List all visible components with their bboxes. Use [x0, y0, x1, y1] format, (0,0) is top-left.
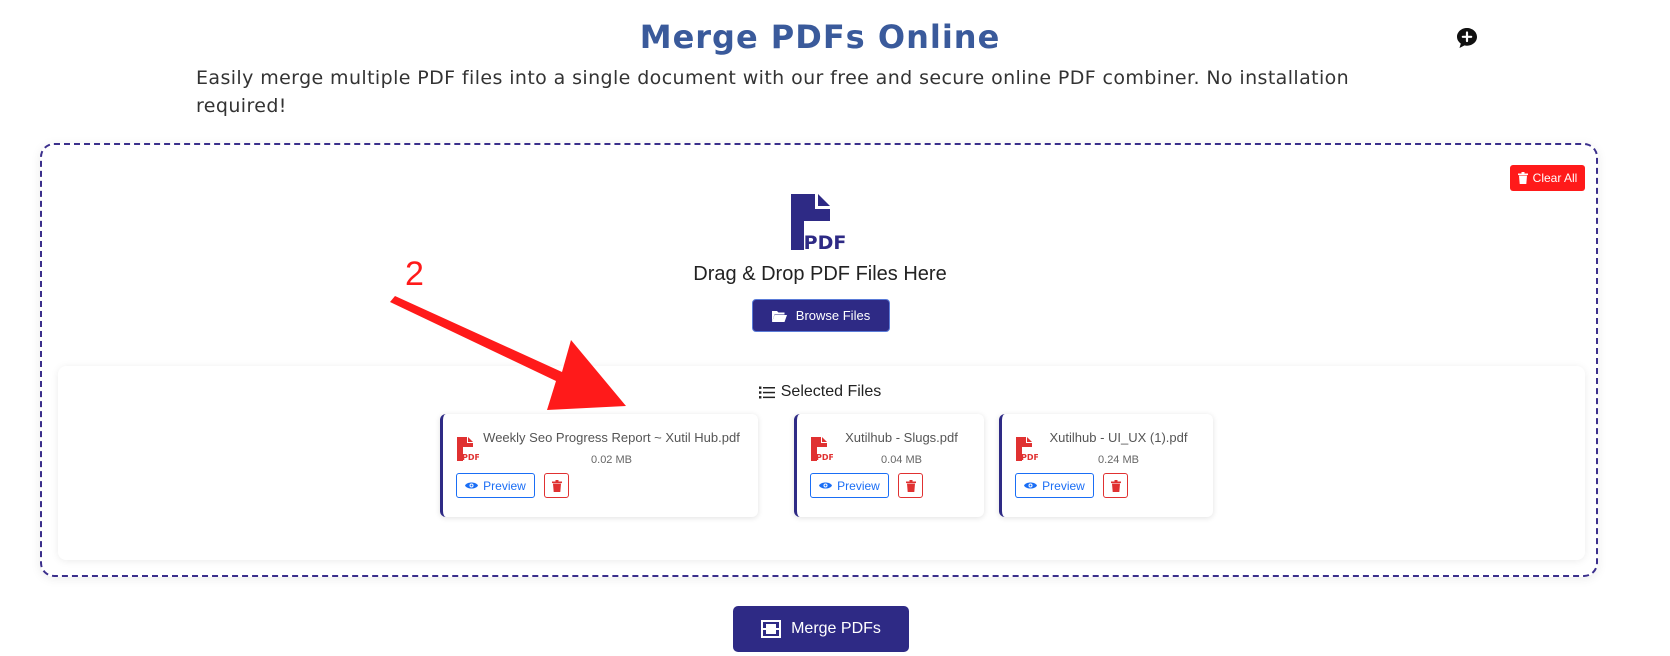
- preview-label: Preview: [837, 478, 880, 493]
- file-card: PDF Weekly Seo Progress Report ~ Xutil H…: [440, 414, 758, 517]
- file-card: PDF Xutilhub - Slugs.pdf 0.04 MB Preview: [794, 414, 984, 517]
- trash-icon: [551, 479, 562, 492]
- merge-pdfs-button[interactable]: Merge PDFs: [733, 606, 909, 652]
- chat-plus-icon[interactable]: [1455, 26, 1479, 50]
- file-name: Xutilhub - UI_UX (1).pdf: [1049, 430, 1188, 445]
- pdf-icon-label: PDF: [804, 232, 847, 250]
- file-card: PDF Xutilhub - UI_UX (1).pdf 0.24 MB Pre…: [999, 414, 1213, 517]
- annotation-arrow: [390, 296, 626, 410]
- eye-icon: [465, 482, 479, 489]
- eye-icon: [1024, 482, 1038, 489]
- preview-button[interactable]: Preview: [810, 473, 889, 498]
- folder-open-icon: [771, 310, 787, 322]
- trash-icon: [905, 479, 916, 492]
- file-size: 0.02 MB: [591, 454, 632, 466]
- file-name: Xutilhub - Slugs.pdf: [845, 430, 958, 445]
- file-name: Weekly Seo Progress Report ~ Xutil Hub.p…: [483, 430, 740, 445]
- file-size: 0.24 MB: [1098, 454, 1139, 466]
- selected-files-heading: Selected Files: [0, 383, 1640, 401]
- pdf-file-icon: PDF: [791, 194, 847, 250]
- trash-icon: [1517, 172, 1528, 184]
- clear-all-label: Clear All: [1532, 171, 1578, 185]
- preview-button[interactable]: Preview: [456, 473, 535, 498]
- preview-button[interactable]: Preview: [1015, 473, 1094, 498]
- selected-files-title: Selected Files: [780, 383, 882, 400]
- page-subtitle: Easily merge multiple PDF files into a s…: [196, 67, 1350, 117]
- merge-pdfs-label: Merge PDFs: [791, 620, 881, 637]
- delete-file-button[interactable]: [898, 473, 923, 498]
- delete-file-button[interactable]: [544, 473, 569, 498]
- browse-files-button[interactable]: Browse Files: [752, 299, 890, 332]
- list-icon: [758, 386, 775, 398]
- merge-icon: [761, 620, 782, 638]
- annotation-number: 2: [405, 255, 424, 293]
- file-size: 0.04 MB: [881, 454, 922, 466]
- clear-all-button[interactable]: Clear All: [1510, 165, 1585, 191]
- drag-drop-text: Drag & Drop PDF Files Here: [693, 263, 947, 285]
- eye-icon: [819, 482, 833, 489]
- preview-label: Preview: [1042, 478, 1085, 493]
- browse-files-label: Browse Files: [795, 308, 871, 323]
- page-title: Merge PDFs Online: [639, 18, 1001, 56]
- delete-file-button[interactable]: [1103, 473, 1128, 498]
- trash-icon: [1110, 479, 1121, 492]
- preview-label: Preview: [483, 478, 526, 493]
